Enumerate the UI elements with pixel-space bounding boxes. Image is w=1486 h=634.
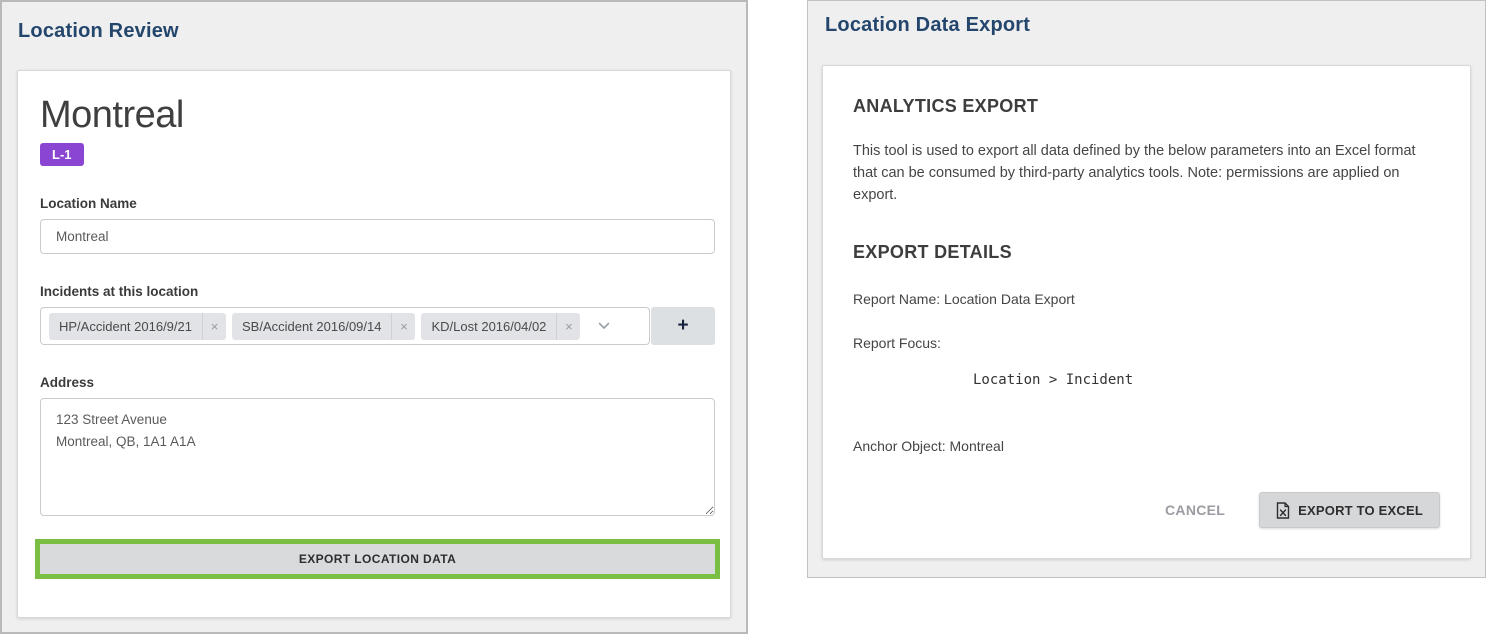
analytics-export-card: ANALYTICS EXPORT This tool is used to ex… [822,65,1471,559]
incident-tag-label: SB/Accident 2016/09/14 [232,313,392,340]
panel-title-location-data-export: Location Data Export [825,14,1485,37]
anchor-object-line: Anchor Object: Montreal [853,438,1440,454]
location-review-panel: Location Review Montreal L-1 Location Na… [0,0,748,634]
export-to-excel-label: EXPORT TO EXCEL [1298,503,1423,518]
location-data-export-panel: Location Data Export ANALYTICS EXPORT Th… [807,0,1486,578]
panel-title-location-review: Location Review [18,20,746,43]
record-title: Montreal [40,93,708,137]
export-location-data-button[interactable]: EXPORT LOCATION DATA [40,544,715,574]
export-to-excel-button[interactable]: EXPORT TO EXCEL [1259,492,1440,528]
incidents-label: Incidents at this location [40,284,708,299]
analytics-export-heading: ANALYTICS EXPORT [853,96,1440,117]
add-incident-button[interactable]: + [651,307,715,345]
location-name-label: Location Name [40,196,708,211]
incident-tag: SB/Accident 2016/09/14 × [232,313,416,340]
report-focus-label: Report Focus: [853,335,1440,351]
chevron-down-icon[interactable] [598,322,610,330]
incidents-select-row: HP/Accident 2016/9/21 × SB/Accident 2016… [40,307,715,345]
excel-file-icon [1276,502,1290,519]
cancel-button[interactable]: CANCEL [1165,502,1225,518]
report-name-line: Report Name: Location Data Export [853,291,1440,307]
export-footer-actions: CANCEL EXPORT TO EXCEL [1165,492,1440,528]
remove-tag-icon[interactable]: × [556,313,580,340]
record-id-badge: L-1 [40,143,84,166]
export-button-highlight: EXPORT LOCATION DATA [35,539,720,579]
report-focus-value: Location > Incident [973,372,1440,388]
incident-tag: HP/Accident 2016/9/21 × [49,313,226,340]
remove-tag-icon[interactable]: × [202,313,226,340]
address-textarea[interactable]: 123 Street Avenue Montreal, QB, 1A1 A1A [40,398,715,516]
analytics-export-description: This tool is used to export all data def… [853,141,1440,206]
location-review-card: Montreal L-1 Location Name Incidents at … [17,70,731,618]
export-details-heading: EXPORT DETAILS [853,242,1440,263]
location-name-input[interactable] [40,219,715,254]
incident-tag-label: KD/Lost 2016/04/02 [421,313,556,340]
remove-tag-icon[interactable]: × [391,313,415,340]
incident-tag-label: HP/Accident 2016/9/21 [49,313,202,340]
incident-tag: KD/Lost 2016/04/02 × [421,313,580,340]
address-label: Address [40,375,708,390]
incidents-multi-select[interactable]: HP/Accident 2016/9/21 × SB/Accident 2016… [40,307,650,345]
